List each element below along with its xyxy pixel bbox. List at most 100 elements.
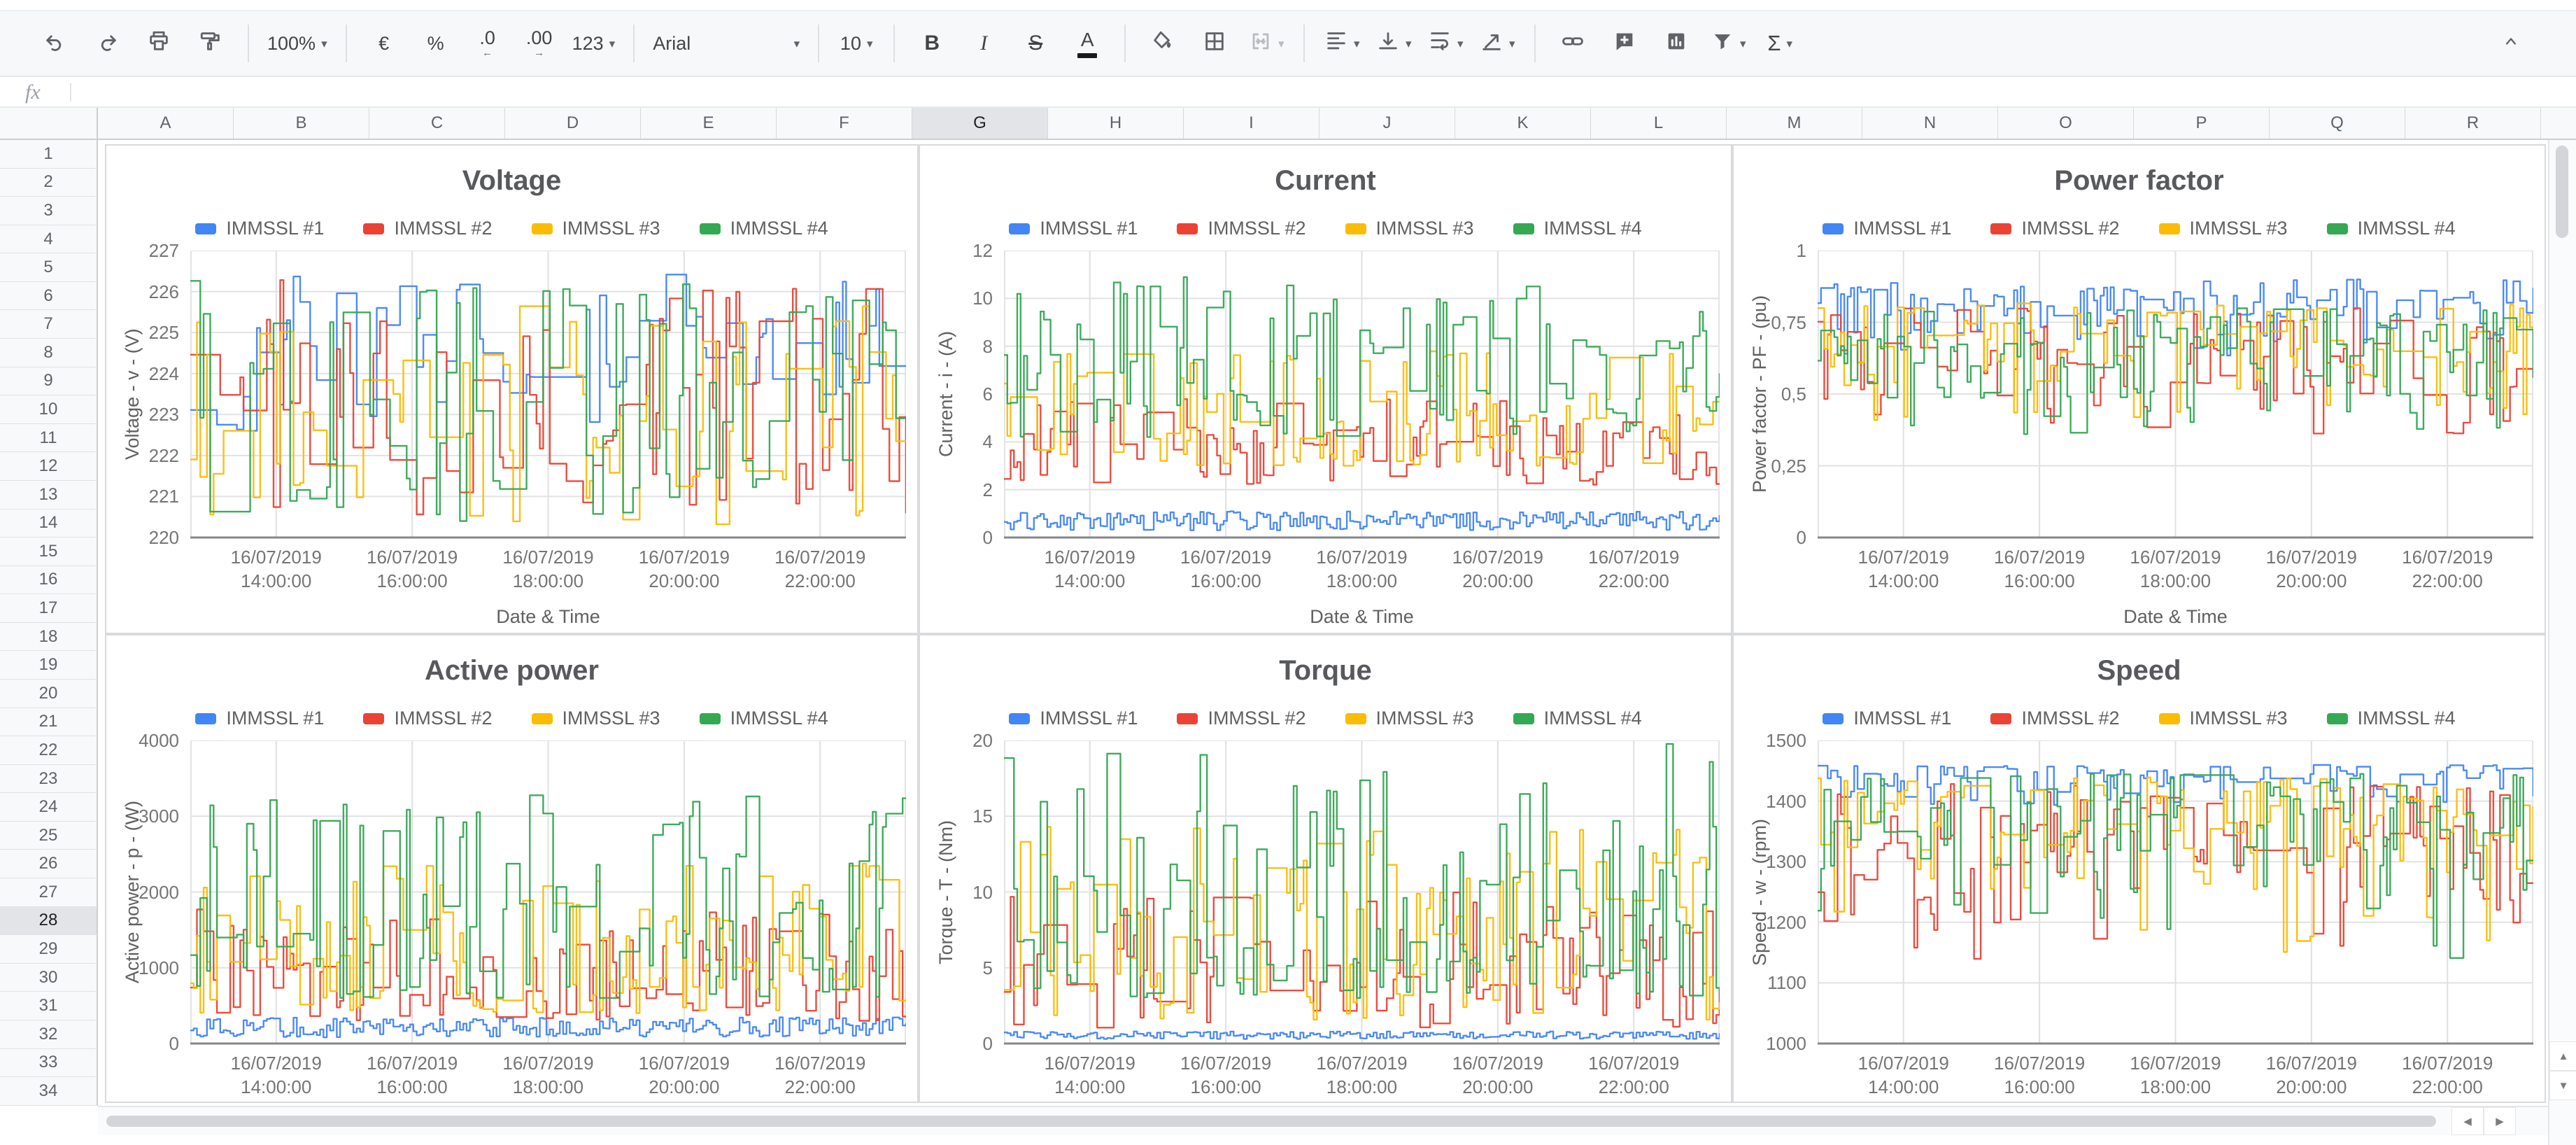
- paint-format-button[interactable]: [185, 22, 236, 64]
- scroll-up-button[interactable]: ▲: [2549, 1041, 2576, 1071]
- column-header-e[interactable]: E: [641, 108, 777, 139]
- vertical-scrollbar-thumb[interactable]: [2556, 146, 2568, 238]
- row-header-29[interactable]: 29: [0, 935, 98, 964]
- row-header-12[interactable]: 12: [0, 452, 98, 481]
- row-header-18[interactable]: 18: [0, 623, 98, 652]
- column-header-m[interactable]: M: [1727, 108, 1862, 139]
- chart-torque[interactable]: TorqueIMMSSL #1IMMSSL #2IMMSSL #3IMMSSL …: [919, 634, 1732, 1103]
- font-size-dropdown[interactable]: 10 ▾: [830, 22, 882, 64]
- row-header-6[interactable]: 6: [0, 282, 98, 311]
- row-header-30[interactable]: 30: [0, 964, 98, 992]
- text-rotation-dropdown[interactable]: ▾: [1471, 22, 1523, 64]
- format-currency-button[interactable]: €: [358, 22, 410, 64]
- row-header-20[interactable]: 20: [0, 680, 98, 708]
- column-header-a[interactable]: A: [98, 108, 234, 139]
- row-header-31[interactable]: 31: [0, 992, 98, 1020]
- insert-link-button[interactable]: [1547, 22, 1599, 64]
- row-header-10[interactable]: 10: [0, 395, 98, 424]
- vertical-align-dropdown[interactable]: ▾: [1368, 22, 1420, 64]
- row-header-19[interactable]: 19: [0, 651, 98, 680]
- insert-comment-button[interactable]: [1599, 22, 1650, 64]
- chart-power-factor[interactable]: Power factorIMMSSL #1IMMSSL #2IMMSSL #3I…: [1732, 144, 2546, 634]
- row-header-9[interactable]: 9: [0, 367, 98, 396]
- text-color-button[interactable]: A: [1061, 22, 1113, 64]
- print-button[interactable]: [133, 22, 185, 64]
- horizontal-scrollbar-thumb[interactable]: [106, 1116, 2436, 1127]
- column-header-l[interactable]: L: [1591, 108, 1727, 139]
- row-header-15[interactable]: 15: [0, 538, 98, 566]
- fill-color-button[interactable]: [1137, 22, 1189, 64]
- row-header-34[interactable]: 34: [0, 1077, 98, 1106]
- formula-input[interactable]: [71, 78, 2576, 106]
- row-header-3[interactable]: 3: [0, 197, 98, 225]
- row-header-2[interactable]: 2: [0, 169, 98, 197]
- row-header-8[interactable]: 8: [0, 339, 98, 367]
- increase-decimal-button[interactable]: .00 →: [514, 22, 565, 64]
- horizontal-align-dropdown[interactable]: ▾: [1316, 22, 1368, 64]
- scroll-left-button[interactable]: ◀: [2451, 1107, 2484, 1135]
- collapse-toolbar-button[interactable]: [2485, 22, 2537, 64]
- zoom-dropdown[interactable]: 100% ▾: [260, 22, 334, 64]
- row-header-4[interactable]: 4: [0, 225, 98, 254]
- column-header-r[interactable]: R: [2405, 108, 2541, 139]
- more-formats-dropdown[interactable]: 123 ▾: [565, 22, 623, 64]
- decrease-decimal-button[interactable]: .0 ←: [462, 22, 514, 64]
- row-header-22[interactable]: 22: [0, 736, 98, 765]
- y-tick-label: 0: [112, 1034, 179, 1053]
- row-header-26[interactable]: 26: [0, 850, 98, 878]
- row-header-32[interactable]: 32: [0, 1020, 98, 1049]
- merge-cells-dropdown[interactable]: ▾: [1240, 22, 1292, 64]
- column-header-q[interactable]: Q: [2270, 108, 2405, 139]
- column-header-b[interactable]: B: [234, 108, 369, 139]
- filter-dropdown[interactable]: ▾: [1702, 22, 1754, 64]
- strikethrough-button[interactable]: S: [1010, 22, 1061, 64]
- row-header-17[interactable]: 17: [0, 594, 98, 623]
- column-header-g[interactable]: G: [912, 108, 1048, 139]
- insert-chart-button[interactable]: [1650, 22, 1702, 64]
- column-header-h[interactable]: H: [1048, 108, 1184, 139]
- row-header-14[interactable]: 14: [0, 510, 98, 538]
- row-header-11[interactable]: 11: [0, 424, 98, 453]
- chart-speed[interactable]: SpeedIMMSSL #1IMMSSL #2IMMSSL #3IMMSSL #…: [1732, 634, 2546, 1103]
- column-header-j[interactable]: J: [1319, 108, 1455, 139]
- column-header-k[interactable]: K: [1455, 108, 1591, 139]
- column-header-o[interactable]: O: [1998, 108, 2134, 139]
- chart-current[interactable]: CurrentIMMSSL #1IMMSSL #2IMMSSL #3IMMSSL…: [919, 144, 1732, 634]
- column-header-f[interactable]: F: [777, 108, 912, 139]
- row-header-24[interactable]: 24: [0, 793, 98, 822]
- row-header-13[interactable]: 13: [0, 481, 98, 510]
- redo-button[interactable]: [81, 22, 133, 64]
- row-header-23[interactable]: 23: [0, 765, 98, 794]
- horizontal-scrollbar[interactable]: ◀ ▶: [98, 1106, 2548, 1135]
- legend-label: IMMSSL #2: [2021, 218, 2119, 239]
- italic-button[interactable]: I: [958, 22, 1010, 64]
- borders-button[interactable]: [1189, 22, 1240, 64]
- select-all-corner[interactable]: [0, 108, 98, 139]
- row-header-33[interactable]: 33: [0, 1049, 98, 1078]
- font-dropdown[interactable]: Arial ▾: [646, 22, 807, 64]
- row-header-1[interactable]: 1: [0, 140, 98, 169]
- column-header-i[interactable]: I: [1184, 108, 1319, 139]
- legend-item: IMMSSL #2: [363, 708, 492, 729]
- vertical-scrollbar[interactable]: ▲ ▼: [2548, 140, 2576, 1145]
- chart-active-power[interactable]: Active powerIMMSSL #1IMMSSL #2IMMSSL #3I…: [105, 634, 919, 1103]
- column-header-d[interactable]: D: [505, 108, 641, 139]
- row-header-28[interactable]: 28: [0, 907, 98, 936]
- format-percent-button[interactable]: %: [410, 22, 462, 64]
- undo-button[interactable]: [29, 22, 81, 64]
- row-header-16[interactable]: 16: [0, 566, 98, 595]
- column-header-n[interactable]: N: [1862, 108, 1998, 139]
- text-wrap-dropdown[interactable]: ▾: [1420, 22, 1471, 64]
- row-header-7[interactable]: 7: [0, 310, 98, 339]
- row-header-27[interactable]: 27: [0, 878, 98, 907]
- column-header-p[interactable]: P: [2134, 108, 2270, 139]
- bold-button[interactable]: B: [906, 22, 958, 64]
- row-header-25[interactable]: 25: [0, 822, 98, 850]
- row-header-21[interactable]: 21: [0, 708, 98, 737]
- scroll-down-button[interactable]: ▼: [2549, 1071, 2576, 1100]
- chart-voltage[interactable]: VoltageIMMSSL #1IMMSSL #2IMMSSL #3IMMSSL…: [105, 144, 919, 634]
- scroll-right-button[interactable]: ▶: [2484, 1107, 2516, 1135]
- functions-dropdown[interactable]: Σ ▾: [1754, 22, 1806, 64]
- row-header-5[interactable]: 5: [0, 253, 98, 282]
- column-header-c[interactable]: C: [369, 108, 505, 139]
